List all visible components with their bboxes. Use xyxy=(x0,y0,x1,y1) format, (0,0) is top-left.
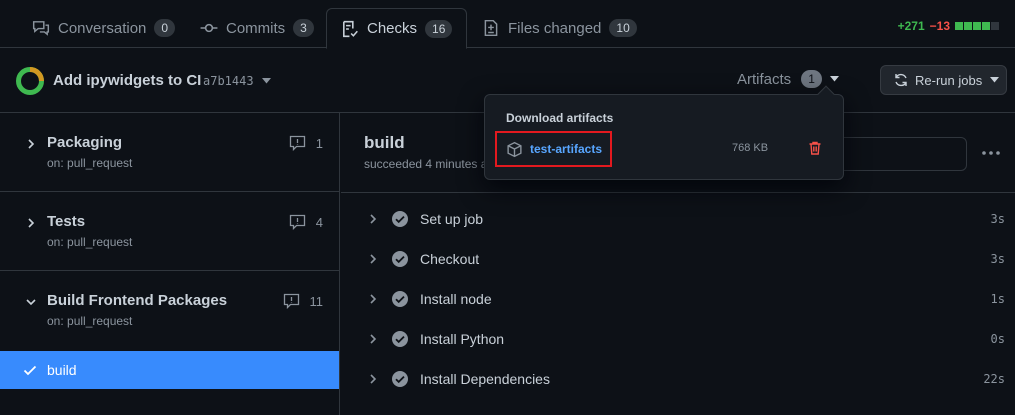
tab-commits[interactable]: Commits 3 xyxy=(186,8,328,48)
job-name: build xyxy=(47,362,77,378)
trash-icon[interactable] xyxy=(807,140,823,156)
diffstat-deletions: −13 xyxy=(929,19,950,33)
commit-sha: a7b1443 xyxy=(203,74,254,88)
triangle-down-icon xyxy=(829,76,839,82)
dropdown-heading: Download artifacts xyxy=(506,111,614,125)
artifacts-count: 1 xyxy=(801,70,822,88)
workflow-group-build-frontend-packages[interactable]: Build Frontend Packages on: pull_request… xyxy=(0,271,339,350)
step-duration: 3s xyxy=(990,252,1005,266)
check-circle-icon xyxy=(392,251,408,267)
workflow-trigger: on: pull_request xyxy=(47,314,133,328)
tab-label: Conversation xyxy=(58,19,147,37)
step-name: Set up job xyxy=(420,211,484,227)
chevron-right-icon xyxy=(370,334,377,344)
kebab-horizontal-icon[interactable] xyxy=(981,143,1001,163)
sync-icon xyxy=(895,73,907,87)
step-row[interactable]: Install Python 0s xyxy=(341,319,1015,359)
step-row[interactable]: Checkout 3s xyxy=(341,239,1015,279)
diffstat-block xyxy=(964,22,972,30)
tab-checks[interactable]: Checks 16 xyxy=(326,8,468,49)
chevron-right-icon xyxy=(370,254,377,264)
artifacts-label: Artifacts xyxy=(737,70,792,88)
step-row[interactable]: Install Dependencies 22s xyxy=(341,359,1015,399)
chevron-right-icon xyxy=(370,374,377,384)
check-circle-icon xyxy=(392,211,408,227)
step-duration: 3s xyxy=(990,212,1005,226)
tab-label: Files changed xyxy=(508,19,602,37)
annotation-comment-icon xyxy=(289,214,305,230)
artifact-download-link[interactable]: test-artifacts xyxy=(495,131,612,167)
step-row[interactable]: Install node 1s xyxy=(341,279,1015,319)
job-status-text: succeeded 4 minutes a xyxy=(364,157,488,171)
commit-sha-selector[interactable]: a7b1443 xyxy=(203,74,271,88)
divider xyxy=(341,192,1015,193)
annotation-comment-icon xyxy=(283,293,299,309)
annotations-count-value: 1 xyxy=(315,135,323,151)
diffstat-block xyxy=(955,22,963,30)
triangle-down-icon xyxy=(990,77,1000,83)
artifact-name: test-artifacts xyxy=(530,142,603,156)
step-name: Install Python xyxy=(420,331,505,347)
step-duration: 22s xyxy=(983,372,1005,386)
chevron-down-icon xyxy=(26,299,36,306)
file-diff-icon xyxy=(482,19,500,37)
check-circle-icon xyxy=(392,331,408,347)
git-commit-icon xyxy=(200,19,218,37)
diffstat-additions: +271 xyxy=(897,19,925,33)
chevron-right-icon xyxy=(28,218,35,228)
tab-files-changed[interactable]: Files changed 10 xyxy=(468,8,651,48)
package-icon xyxy=(507,141,522,157)
check-circle-icon xyxy=(392,291,408,307)
chevron-right-icon xyxy=(370,294,377,304)
checklist-icon xyxy=(341,20,359,38)
step-duration: 0s xyxy=(990,332,1005,346)
step-name: Checkout xyxy=(420,251,480,267)
diffstat-block xyxy=(991,22,999,30)
diffstat-block xyxy=(982,22,990,30)
pr-title: Add ipywidgets to CI xyxy=(53,72,202,89)
job-item-build[interactable]: build xyxy=(0,351,339,389)
artifact-size: 768 KB xyxy=(732,142,769,154)
check-icon xyxy=(23,365,37,376)
annotation-comment-icon xyxy=(289,135,305,151)
chevron-right-icon xyxy=(28,139,35,149)
annotations-count-value: 11 xyxy=(309,293,324,309)
tab-label: Commits xyxy=(226,19,286,37)
tab-count: 3 xyxy=(293,19,314,37)
step-duration: 1s xyxy=(990,292,1005,306)
tab-conversation[interactable]: Conversation 0 xyxy=(18,8,189,48)
rerun-jobs-button[interactable]: Re-run jobs xyxy=(880,65,1007,95)
tab-count: 16 xyxy=(425,19,453,38)
pr-tab-bar: Conversation 0 Commits 3 Checks 16 Files… xyxy=(0,0,1015,49)
job-title: build xyxy=(364,133,405,152)
triangle-down-icon xyxy=(261,78,271,84)
workflow-name: Tests xyxy=(47,213,86,230)
tab-label: Checks xyxy=(367,20,418,37)
tab-count: 0 xyxy=(154,19,176,37)
artifacts-dropdown: Download artifacts test-artifacts 768 KB xyxy=(484,85,844,180)
workflow-sidebar: Packaging on: pull_request 1 Tests on: p… xyxy=(0,113,340,415)
step-name: Install Dependencies xyxy=(420,371,550,387)
rerun-jobs-label: Re-run jobs xyxy=(915,72,983,88)
diffstat-block xyxy=(973,22,981,30)
workflow-trigger: on: pull_request xyxy=(47,235,133,249)
check-status-ring-icon xyxy=(16,67,44,95)
comment-discussion-icon xyxy=(32,19,50,37)
workflow-group-tests[interactable]: Tests on: pull_request 4 xyxy=(0,192,339,271)
annotations-count: 1 xyxy=(289,135,323,151)
workflow-group-packaging[interactable]: Packaging on: pull_request 1 xyxy=(0,113,339,192)
workflow-name: Packaging xyxy=(47,134,123,151)
step-row[interactable]: Set up job 3s xyxy=(341,199,1015,239)
check-circle-icon xyxy=(392,371,408,387)
workflow-name: Build Frontend Packages xyxy=(47,292,228,309)
tab-count: 10 xyxy=(609,19,637,37)
chevron-right-icon xyxy=(370,214,377,224)
step-name: Install node xyxy=(420,291,492,307)
annotations-count-value: 4 xyxy=(315,214,323,230)
artifacts-button[interactable]: Artifacts 1 xyxy=(737,70,839,88)
diffstat: +271 −13 xyxy=(898,19,999,33)
annotations-count: 4 xyxy=(289,214,323,230)
workflow-trigger: on: pull_request xyxy=(47,156,133,170)
annotations-count: 11 xyxy=(283,293,324,309)
